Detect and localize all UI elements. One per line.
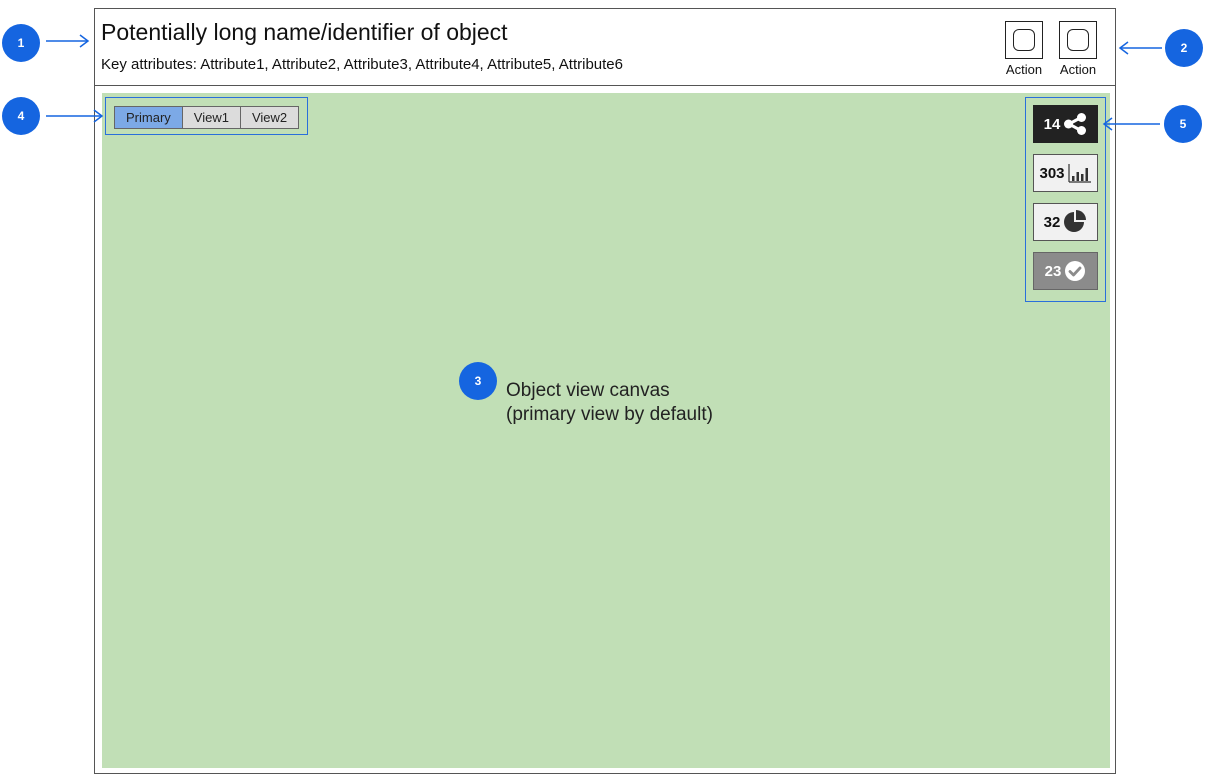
object-view-frame: Potentially long name/identifier of obje… — [94, 8, 1116, 774]
tab-primary[interactable]: Primary — [115, 107, 183, 128]
stat-completed[interactable]: 23 — [1033, 252, 1098, 290]
tab-view1[interactable]: View1 — [182, 107, 241, 128]
check-circle-icon — [1065, 261, 1086, 281]
view-tabs: Primary View1 View2 — [114, 106, 300, 129]
stat-metrics[interactable]: 303 — [1033, 154, 1098, 192]
object-title: Potentially long name/identifier of obje… — [101, 19, 508, 45]
stat-value: 23 — [1044, 262, 1062, 280]
action-label: Action — [1005, 62, 1043, 77]
arrow-right-icon — [46, 34, 90, 48]
stat-shares[interactable]: 14 — [1033, 105, 1098, 143]
callout-badge-4: 4 — [2, 97, 40, 135]
action-label: Action — [1059, 62, 1097, 77]
stat-distribution[interactable]: 32 — [1033, 203, 1098, 241]
stat-value: 32 — [1043, 213, 1061, 231]
share-icon — [1064, 113, 1087, 135]
action-icon — [1005, 21, 1043, 59]
callout-badge-1: 1 — [2, 24, 40, 62]
tab-view2[interactable]: View2 — [240, 107, 299, 128]
action-button-2[interactable]: Action — [1057, 21, 1099, 77]
arrow-right-icon — [46, 109, 104, 123]
stat-value: 14 — [1043, 115, 1061, 133]
stat-value: 303 — [1039, 164, 1065, 182]
bar-chart-icon — [1067, 164, 1091, 183]
arrow-left-icon — [1118, 41, 1162, 55]
canvas-label: Object view canvas (primary view by defa… — [506, 379, 713, 427]
action-button-1[interactable]: Action — [1003, 21, 1045, 77]
callout-badge-3: 3 — [459, 362, 497, 400]
callout-badge-5: 5 — [1164, 105, 1202, 143]
key-attributes: Key attributes: Attribute1, Attribute2, … — [101, 56, 623, 73]
arrow-left-icon — [1102, 117, 1160, 131]
object-view-canvas[interactable]: Primary View1 View2 14 303 32 23 Object … — [102, 93, 1110, 768]
pie-chart-icon — [1064, 210, 1087, 232]
view-tabs-outline: Primary View1 View2 — [105, 97, 308, 135]
callout-badge-2: 2 — [1165, 29, 1203, 67]
action-icon — [1059, 21, 1097, 59]
canvas-label-line2: (primary view by default) — [506, 404, 713, 425]
stats-panel: 14 303 32 23 — [1025, 97, 1106, 302]
header-divider — [95, 85, 1115, 86]
canvas-label-line1: Object view canvas — [506, 380, 670, 401]
